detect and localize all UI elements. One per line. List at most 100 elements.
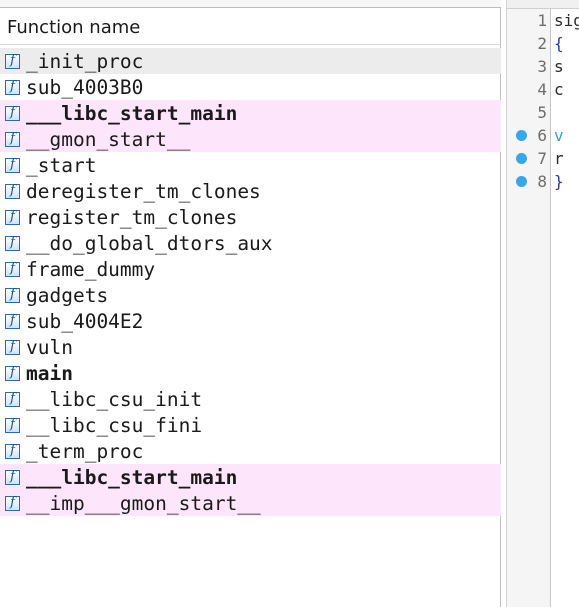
- function-icon-glyph: f: [10, 234, 15, 250]
- function-icon: f: [5, 52, 20, 69]
- function-icon: f: [5, 260, 20, 277]
- line-number: 4: [537, 80, 547, 99]
- function-name: sub_4003B0: [26, 75, 144, 99]
- code-line[interactable]: 5: [507, 101, 579, 124]
- function-icon-glyph: f: [10, 338, 15, 354]
- functions-panel: Function name f _init_proc f sub_4003B0 f ___…: [0, 0, 501, 607]
- function-name: __gmon_start__: [26, 127, 191, 151]
- code-line[interactable]: 7 r: [507, 147, 579, 170]
- code-line[interactable]: 3 s: [507, 55, 579, 78]
- code-line[interactable]: 8}: [507, 170, 579, 193]
- function-name: __do_global_dtors_aux: [26, 231, 273, 255]
- function-name: gadgets: [26, 283, 109, 307]
- function-name: _init_proc: [26, 49, 144, 73]
- function-icon-glyph: f: [10, 312, 15, 328]
- function-icon: f: [5, 208, 20, 225]
- function-name: ___libc_start_main: [26, 465, 238, 489]
- function-name-column-header[interactable]: Function name: [0, 9, 501, 45]
- function-icon-glyph: f: [10, 390, 15, 406]
- function-icon: f: [5, 364, 20, 381]
- function-name: sub_4004E2: [26, 309, 144, 333]
- function-name: frame_dummy: [26, 257, 156, 281]
- code-text: sig: [554, 11, 579, 30]
- function-icon: f: [5, 338, 20, 355]
- code-text: r: [554, 149, 564, 168]
- function-icon: f: [5, 416, 20, 433]
- panel-title-strip: [0, 0, 501, 8]
- function-name: vuln: [26, 335, 73, 359]
- code-line[interactable]: 1 sig: [507, 9, 579, 32]
- function-row[interactable]: f _term_proc: [0, 438, 501, 464]
- breakpoint-icon[interactable]: [516, 176, 527, 187]
- function-icon: f: [5, 286, 20, 303]
- function-icon-glyph: f: [10, 416, 15, 432]
- function-icon-glyph: f: [10, 130, 15, 146]
- function-row[interactable]: f sub_4003B0: [0, 74, 501, 100]
- function-icon: f: [5, 494, 20, 511]
- function-icon-glyph: f: [10, 260, 15, 276]
- function-icon: f: [5, 130, 20, 147]
- function-icon: f: [5, 468, 20, 485]
- code-text: v: [554, 126, 564, 145]
- line-number: 7: [537, 149, 547, 168]
- line-number: 1: [537, 11, 547, 30]
- function-icon: f: [5, 442, 20, 459]
- function-icon-glyph: f: [10, 52, 15, 68]
- function-row[interactable]: f register_tm_clones: [0, 204, 501, 230]
- function-icon-glyph: f: [10, 104, 15, 120]
- function-icon-glyph: f: [10, 442, 15, 458]
- code-line[interactable]: 2{: [507, 32, 579, 55]
- pseudocode-view: 1 sig 2{3 s4 c56 v7 r 8}: [506, 0, 579, 607]
- function-icon: f: [5, 390, 20, 407]
- function-name: __libc_csu_fini: [26, 413, 203, 437]
- function-icon-glyph: f: [10, 364, 15, 380]
- function-row[interactable]: f _start: [0, 152, 501, 178]
- function-name: register_tm_clones: [26, 205, 238, 229]
- function-icon: f: [5, 234, 20, 251]
- line-number: 5: [537, 103, 547, 122]
- line-number: 8: [537, 172, 547, 191]
- function-row[interactable]: f deregister_tm_clones: [0, 178, 501, 204]
- function-row[interactable]: f _init_proc: [0, 48, 501, 74]
- function-icon-glyph: f: [10, 468, 15, 484]
- code-line[interactable]: 4 c: [507, 78, 579, 101]
- function-row[interactable]: f ___libc_start_main: [0, 464, 501, 490]
- function-row[interactable]: f sub_4004E2: [0, 308, 501, 334]
- function-icon-glyph: f: [10, 156, 15, 172]
- function-row[interactable]: f ___libc_start_main: [0, 100, 501, 126]
- function-row[interactable]: f __gmon_start__: [0, 126, 501, 152]
- function-row[interactable]: f frame_dummy: [0, 256, 501, 282]
- function-name: _term_proc: [26, 439, 144, 463]
- function-list: f _init_proc f sub_4003B0 f ___libc_start_mai…: [0, 48, 501, 516]
- code-text: }: [554, 172, 564, 191]
- function-name: deregister_tm_clones: [26, 179, 261, 203]
- function-icon-glyph: f: [10, 78, 15, 94]
- code-text: {: [554, 34, 564, 53]
- function-icon: f: [5, 156, 20, 173]
- breakpoint-icon[interactable]: [516, 130, 527, 141]
- function-icon-glyph: f: [10, 286, 15, 302]
- function-row[interactable]: f __do_global_dtors_aux: [0, 230, 501, 256]
- function-icon-glyph: f: [10, 182, 15, 198]
- breakpoint-icon[interactable]: [516, 153, 527, 164]
- function-row[interactable]: f __libc_csu_init: [0, 386, 501, 412]
- function-row[interactable]: f main: [0, 360, 501, 386]
- function-icon-glyph: f: [10, 208, 15, 224]
- function-name: __imp___gmon_start__: [26, 491, 261, 515]
- code-text: c: [554, 80, 564, 99]
- function-row[interactable]: f gadgets: [0, 282, 501, 308]
- function-row[interactable]: f vuln: [0, 334, 501, 360]
- function-icon: f: [5, 78, 20, 95]
- function-icon: f: [5, 312, 20, 329]
- function-name: main: [26, 361, 73, 385]
- function-icon: f: [5, 182, 20, 199]
- function-icon-glyph: f: [10, 494, 15, 510]
- function-row[interactable]: f __imp___gmon_start__: [0, 490, 501, 516]
- function-name: ___libc_start_main: [26, 101, 238, 125]
- editor-title-strip: [507, 0, 579, 9]
- line-number: 6: [537, 126, 547, 145]
- line-number: 2: [537, 34, 547, 53]
- function-row[interactable]: f __libc_csu_fini: [0, 412, 501, 438]
- code-line[interactable]: 6 v: [507, 124, 579, 147]
- function-icon: f: [5, 104, 20, 121]
